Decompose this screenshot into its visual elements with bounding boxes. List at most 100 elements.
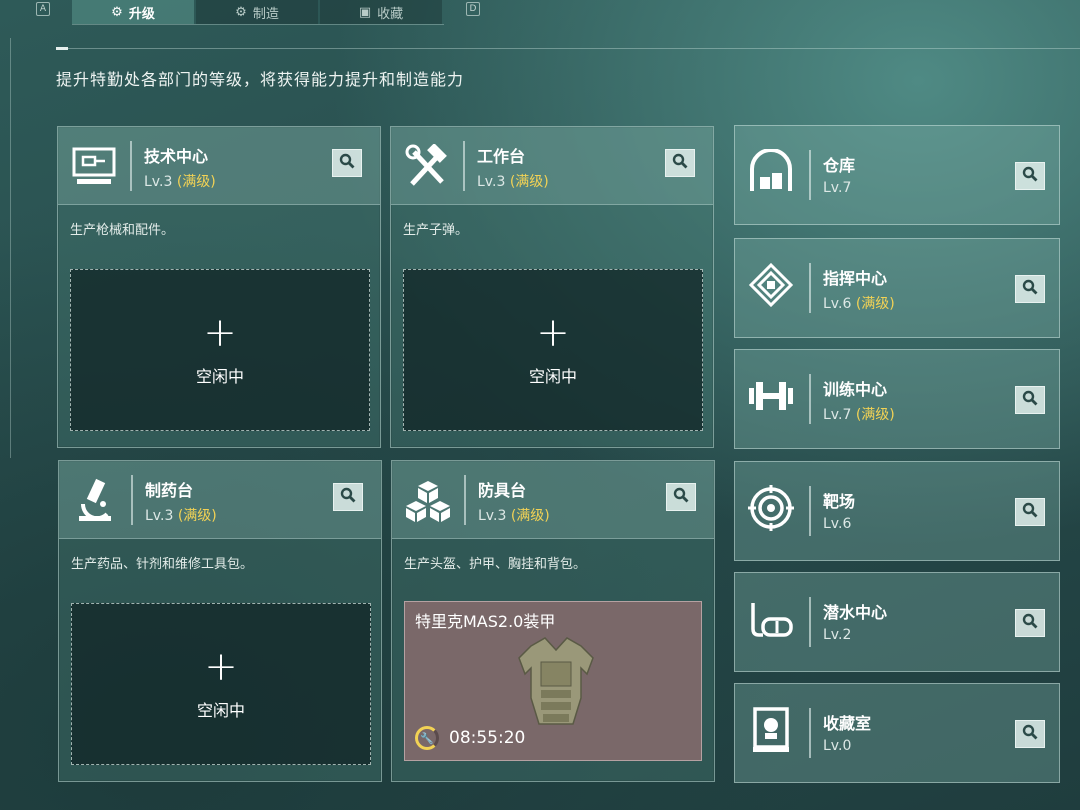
tab-upgrade-label: 升级	[128, 6, 155, 22]
card-separator	[809, 150, 811, 200]
craft-slot-idle[interactable]: + 空闲中	[70, 269, 370, 431]
facility-name: 制药台	[145, 481, 194, 500]
max-level-tag: (满级)	[176, 174, 216, 190]
facility-level: Lv.3 (满级)	[477, 174, 549, 190]
inspect-button[interactable]	[1015, 386, 1045, 414]
tab-craft[interactable]: ⚙ 制造	[196, 0, 318, 24]
facility-card-pharmacy[interactable]: 制药台 Lv.3 (满级) 生产药品、针剂和维修工具包。 + 空闲中	[58, 460, 382, 782]
craft-slot-idle[interactable]: + 空闲中	[71, 603, 371, 765]
magnifier-icon	[1022, 724, 1038, 744]
magnifier-icon	[1022, 166, 1038, 186]
timer-text: 08:55:20	[449, 728, 526, 748]
inspect-button[interactable]	[1015, 275, 1045, 303]
facility-name: 靶场	[823, 492, 856, 511]
craft-slot-idle[interactable]: + 空闲中	[403, 269, 703, 431]
card-separator	[809, 374, 811, 424]
wrench-progress-icon: 🔧	[415, 726, 439, 750]
card-separator	[809, 486, 811, 536]
gears-icon: ⚙	[235, 4, 247, 20]
craft-timer: 🔧 08:55:20	[415, 726, 525, 750]
facility-card-warehouse[interactable]: 仓库 Lv.7	[734, 125, 1060, 225]
facility-name: 潜水中心	[823, 603, 888, 622]
max-level-tag: (满级)	[177, 508, 217, 524]
upgrade-icon: ⚙	[111, 4, 123, 20]
computer-icon	[68, 141, 120, 193]
max-level-tag: (满级)	[509, 174, 549, 190]
hammer-wrench-icon	[401, 141, 453, 193]
plus-icon: +	[204, 644, 238, 690]
craft-slot-in-progress[interactable]: 特里克MAS2.0装甲 🔧 08:55:20	[404, 601, 702, 761]
facility-description: 生产头盔、护甲、胸挂和背包。	[404, 557, 587, 572]
card-separator	[464, 475, 466, 525]
slot-status: 空闲中	[195, 367, 244, 386]
card-header: 工作台 Lv.3 (满级)	[391, 127, 713, 205]
facility-level: Lv.3 (满级)	[144, 174, 216, 190]
facility-name: 收藏室	[823, 714, 872, 733]
magnifier-icon	[1022, 613, 1038, 633]
tab-collection-label: 收藏	[377, 6, 404, 22]
facility-level: Lv.0	[823, 738, 852, 754]
facility-card-armor-bench[interactable]: 防具台 Lv.3 (满级) 生产头盔、护甲、胸挂和背包。 特里克MAS2.0装甲…	[391, 460, 715, 782]
top-tab-bar: A ⚙ 升级 ⚙ 制造 ▣ 收藏 D	[0, 0, 1080, 26]
card-separator	[130, 141, 132, 191]
warehouse-icon	[745, 146, 797, 198]
tab-craft-label: 制造	[252, 6, 279, 22]
armor-vest-image	[501, 628, 611, 738]
max-level-tag: (满级)	[510, 508, 550, 524]
key-hint-right: D	[466, 2, 480, 16]
magnifier-icon	[340, 487, 356, 507]
cubes-icon	[402, 475, 454, 527]
facility-card-workbench[interactable]: 工作台 Lv.3 (满级) 生产子弹。 + 空闲中	[390, 126, 714, 448]
magnifier-icon	[1022, 390, 1038, 410]
slot-status: 空闲中	[196, 701, 245, 720]
facility-name: 工作台	[477, 147, 526, 166]
tab-upgrade[interactable]: ⚙ 升级	[72, 0, 194, 24]
collection-icon: ▣	[358, 4, 372, 20]
inspect-button[interactable]	[666, 483, 696, 511]
facility-name: 防具台	[478, 481, 527, 500]
inspect-button[interactable]	[1015, 498, 1045, 526]
facility-name: 指挥中心	[823, 269, 888, 288]
slot-status: 空闲中	[528, 367, 577, 386]
card-header: 制药台 Lv.3 (满级)	[59, 461, 381, 539]
magnifier-icon	[672, 153, 688, 173]
inspect-button[interactable]	[1015, 720, 1045, 748]
page-subtitle: 提升特勤处各部门的等级，将获得能力提升和制造能力	[56, 70, 465, 89]
magnifier-icon	[1022, 502, 1038, 522]
inspect-button[interactable]	[1015, 609, 1045, 637]
facility-level: Lv.7	[823, 180, 852, 196]
tabs-divider	[72, 24, 444, 25]
inspect-button[interactable]	[332, 149, 362, 177]
card-separator	[809, 597, 811, 647]
tab-collection[interactable]: ▣ 收藏	[320, 0, 442, 24]
header-divider-mark	[56, 47, 68, 50]
key-hint-left: A	[36, 2, 50, 16]
inspect-button[interactable]	[333, 483, 363, 511]
facility-card-collection-room[interactable]: 收藏室 Lv.0	[734, 683, 1060, 783]
facility-name: 技术中心	[144, 147, 209, 166]
facility-description: 生产子弹。	[403, 223, 469, 238]
inspect-button[interactable]	[1015, 162, 1045, 190]
facility-level: Lv.6 (满级)	[823, 296, 895, 312]
facility-level: Lv.6	[823, 516, 852, 532]
card-separator	[809, 708, 811, 758]
max-level-tag: (满级)	[855, 407, 895, 423]
dumbbell-icon	[745, 370, 797, 422]
facility-card-tech-center[interactable]: 技术中心 Lv.3 (满级) 生产枪械和配件。 + 空闲中	[57, 126, 381, 448]
facility-level: Lv.3 (满级)	[478, 508, 550, 524]
diving-mask-icon	[745, 593, 797, 645]
inspect-button[interactable]	[665, 149, 695, 177]
max-level-tag: (满级)	[855, 296, 895, 312]
facility-card-diving-center[interactable]: 潜水中心 Lv.2	[734, 572, 1060, 672]
card-separator	[809, 263, 811, 313]
plus-icon: +	[536, 310, 570, 356]
facility-card-shooting-range[interactable]: 靶场 Lv.6	[734, 461, 1060, 561]
facility-level: Lv.3 (满级)	[145, 508, 217, 524]
card-separator	[463, 141, 465, 191]
facility-level: Lv.2	[823, 627, 852, 643]
facility-card-training-center[interactable]: 训练中心 Lv.7 (满级)	[734, 349, 1060, 449]
microscope-icon	[69, 475, 121, 527]
facility-name: 仓库	[823, 156, 856, 175]
card-header: 防具台 Lv.3 (满级)	[392, 461, 714, 539]
facility-card-command-center[interactable]: 指挥中心 Lv.6 (满级)	[734, 238, 1060, 338]
